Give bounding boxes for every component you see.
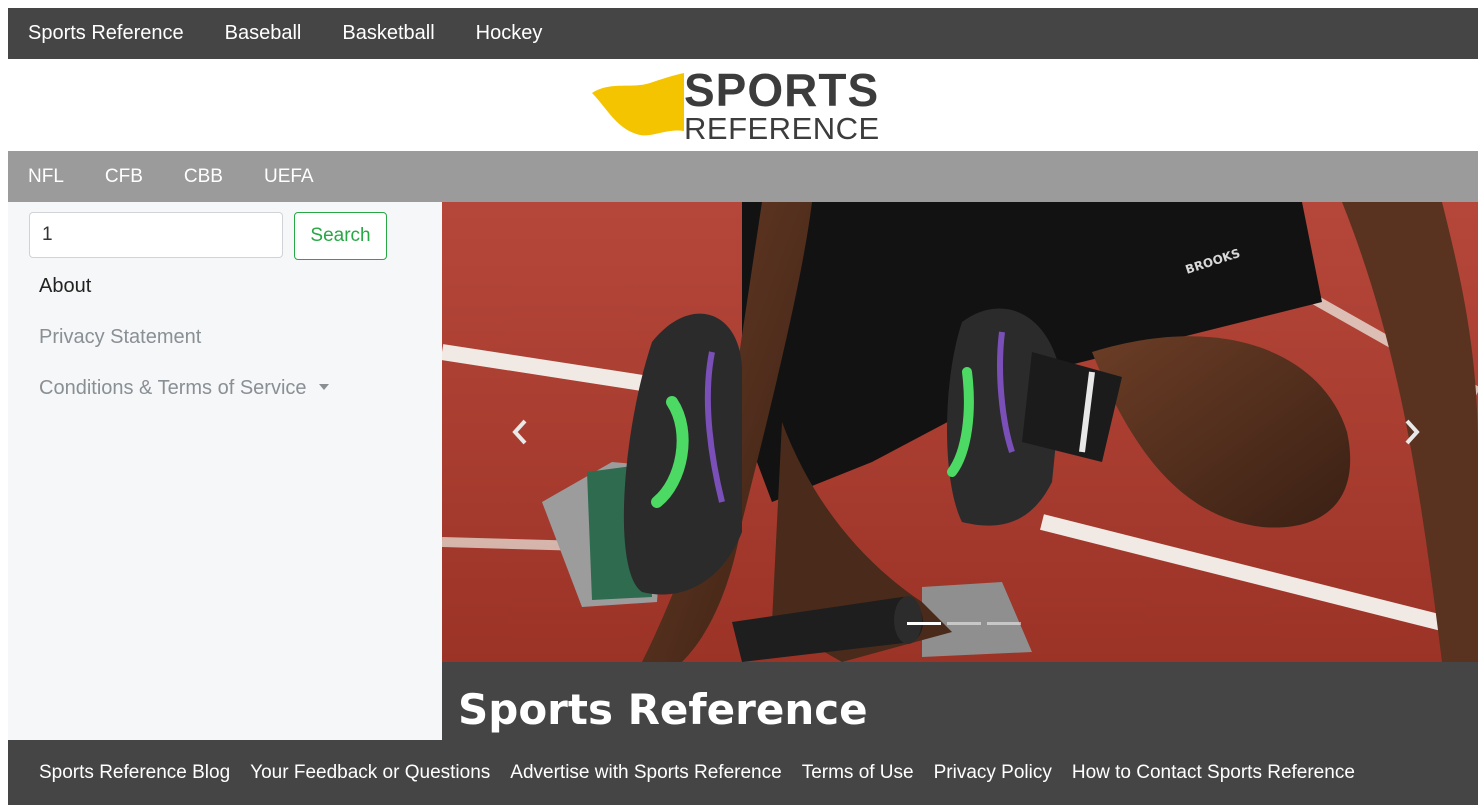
carousel-indicators [904,622,1024,625]
logo-word-reference: REFERENCE [684,111,880,146]
footer-link-terms-of-use[interactable]: Terms of Use [802,762,914,784]
carousel-slide-image: BROOKS [442,202,1478,662]
hero-carousel[interactable]: BROOKS [442,202,1478,662]
footer-link-blog[interactable]: Sports Reference Blog [39,762,230,784]
page-frame: Sports Reference Baseball Basketball Hoc… [8,8,1478,805]
sports-reference-logo[interactable]: SPORTS REFERENCE [592,67,912,146]
footer-link-privacy-policy[interactable]: Privacy Policy [934,762,1052,784]
sidebar-link-label: About [39,275,92,297]
logo-word-sports: SPORTS [684,64,880,116]
nav-link-basketball[interactable]: Basketball [342,22,434,45]
nav-link-cfb[interactable]: CFB [105,166,143,188]
chevron-right-icon [1405,419,1420,445]
footer: Sports Reference Blog Your Feedback or Q… [8,740,1478,805]
sidebar: Search About Privacy Statement Condition… [8,202,442,740]
chevron-left-icon [512,419,527,445]
carousel-prev-button[interactable] [500,407,540,457]
caret-down-icon [318,383,329,390]
nav-link-uefa[interactable]: UEFA [264,166,314,188]
search-input[interactable] [29,212,283,258]
sub-navbar: NFL CFB CBB UEFA [8,151,1478,202]
logo-band: SPORTS REFERENCE [8,59,1478,151]
footer-link-advertise[interactable]: Advertise with Sports Reference [510,762,781,784]
nav-link-sports-reference[interactable]: Sports Reference [28,22,184,45]
sidebar-link-label: Conditions & Terms of Service [39,377,307,399]
footer-link-feedback[interactable]: Your Feedback or Questions [250,762,490,784]
hero-caption-band: Sports Reference [442,662,1478,740]
carousel-indicator-2[interactable] [947,622,981,625]
sidebar-dropdown-conditions-terms[interactable]: Conditions & Terms of Service [39,377,329,400]
flag-icon [592,73,684,136]
nav-link-cbb[interactable]: CBB [184,166,223,188]
nav-link-hockey[interactable]: Hockey [476,22,543,45]
top-navbar: Sports Reference Baseball Basketball Hoc… [8,8,1478,59]
search-button[interactable]: Search [294,212,387,260]
footer-link-contact[interactable]: How to Contact Sports Reference [1072,762,1355,784]
hero-caption-title: Sports Reference [458,685,868,734]
carousel-next-button[interactable] [1392,407,1432,457]
sidebar-link-privacy-statement[interactable]: Privacy Statement [39,326,201,349]
nav-link-baseball[interactable]: Baseball [225,22,302,45]
carousel-indicator-3[interactable] [987,622,1021,625]
sidebar-link-about[interactable]: About [39,275,91,298]
carousel-indicator-1[interactable] [907,622,941,625]
nav-link-nfl[interactable]: NFL [28,166,64,188]
sidebar-link-label: Privacy Statement [39,326,202,348]
